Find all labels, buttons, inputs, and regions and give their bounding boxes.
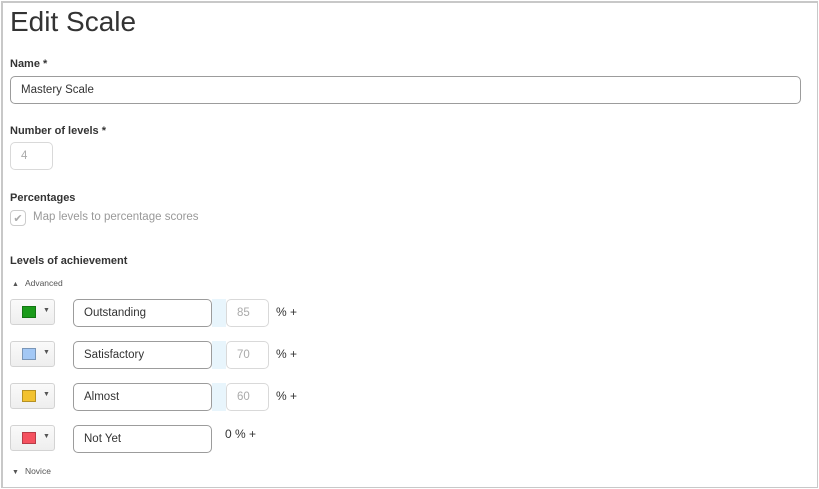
- level-percent-input[interactable]: 85: [226, 299, 269, 327]
- achievement-label: Levels of achievement: [10, 255, 128, 267]
- level-percent-input[interactable]: 60: [226, 383, 269, 411]
- caret-down-icon: ▼: [12, 469, 19, 476]
- map-percentages-checkbox[interactable]: ✔: [10, 210, 26, 226]
- advanced-label: Advanced: [24, 278, 63, 288]
- percent-suffix: % +: [276, 305, 298, 319]
- color-swatch: [22, 390, 36, 402]
- name-label: Name *: [10, 58, 48, 70]
- color-picker-button[interactable]: ▼: [10, 341, 55, 367]
- level-percent-input[interactable]: 70: [226, 341, 269, 369]
- focus-strip: [212, 341, 226, 369]
- map-percentages-label: Map levels to percentage scores: [33, 211, 199, 223]
- novice-label: Novice: [24, 466, 51, 476]
- color-swatch: [22, 306, 36, 318]
- novice-toggle[interactable]: ▼ Novice: [12, 466, 51, 476]
- color-swatch: [22, 348, 36, 360]
- percentages-label: Percentages: [10, 192, 76, 204]
- caret-up-icon: ▲: [12, 281, 19, 288]
- caret-down-icon: ▼: [43, 307, 50, 314]
- page-frame: [1, 1, 818, 488]
- advanced-toggle[interactable]: ▲ Advanced: [12, 278, 63, 288]
- focus-strip: [212, 299, 226, 327]
- levels-count-input[interactable]: 4: [10, 142, 53, 170]
- color-picker-button[interactable]: ▼: [10, 383, 55, 409]
- caret-down-icon: ▼: [43, 391, 50, 398]
- caret-down-icon: ▼: [43, 433, 50, 440]
- name-input[interactable]: Mastery Scale: [10, 76, 801, 104]
- level-name-input[interactable]: Outstanding: [73, 299, 212, 327]
- percent-suffix: % +: [276, 389, 298, 403]
- level-name-input[interactable]: Almost: [73, 383, 212, 411]
- color-picker-button[interactable]: ▼: [10, 299, 55, 325]
- caret-down-icon: ▼: [43, 349, 50, 356]
- color-picker-button[interactable]: ▼: [10, 425, 55, 451]
- level-name-input[interactable]: Not Yet: [73, 425, 212, 453]
- color-swatch: [22, 432, 36, 444]
- level-name-input[interactable]: Satisfactory: [73, 341, 212, 369]
- check-icon: ✔: [13, 212, 23, 225]
- focus-strip: [212, 383, 226, 411]
- percent-suffix: % +: [276, 347, 298, 361]
- page-title: Edit Scale: [10, 6, 137, 37]
- fixed-percent: 0 % +: [225, 427, 257, 441]
- levels-count-label: Number of levels *: [10, 125, 106, 137]
